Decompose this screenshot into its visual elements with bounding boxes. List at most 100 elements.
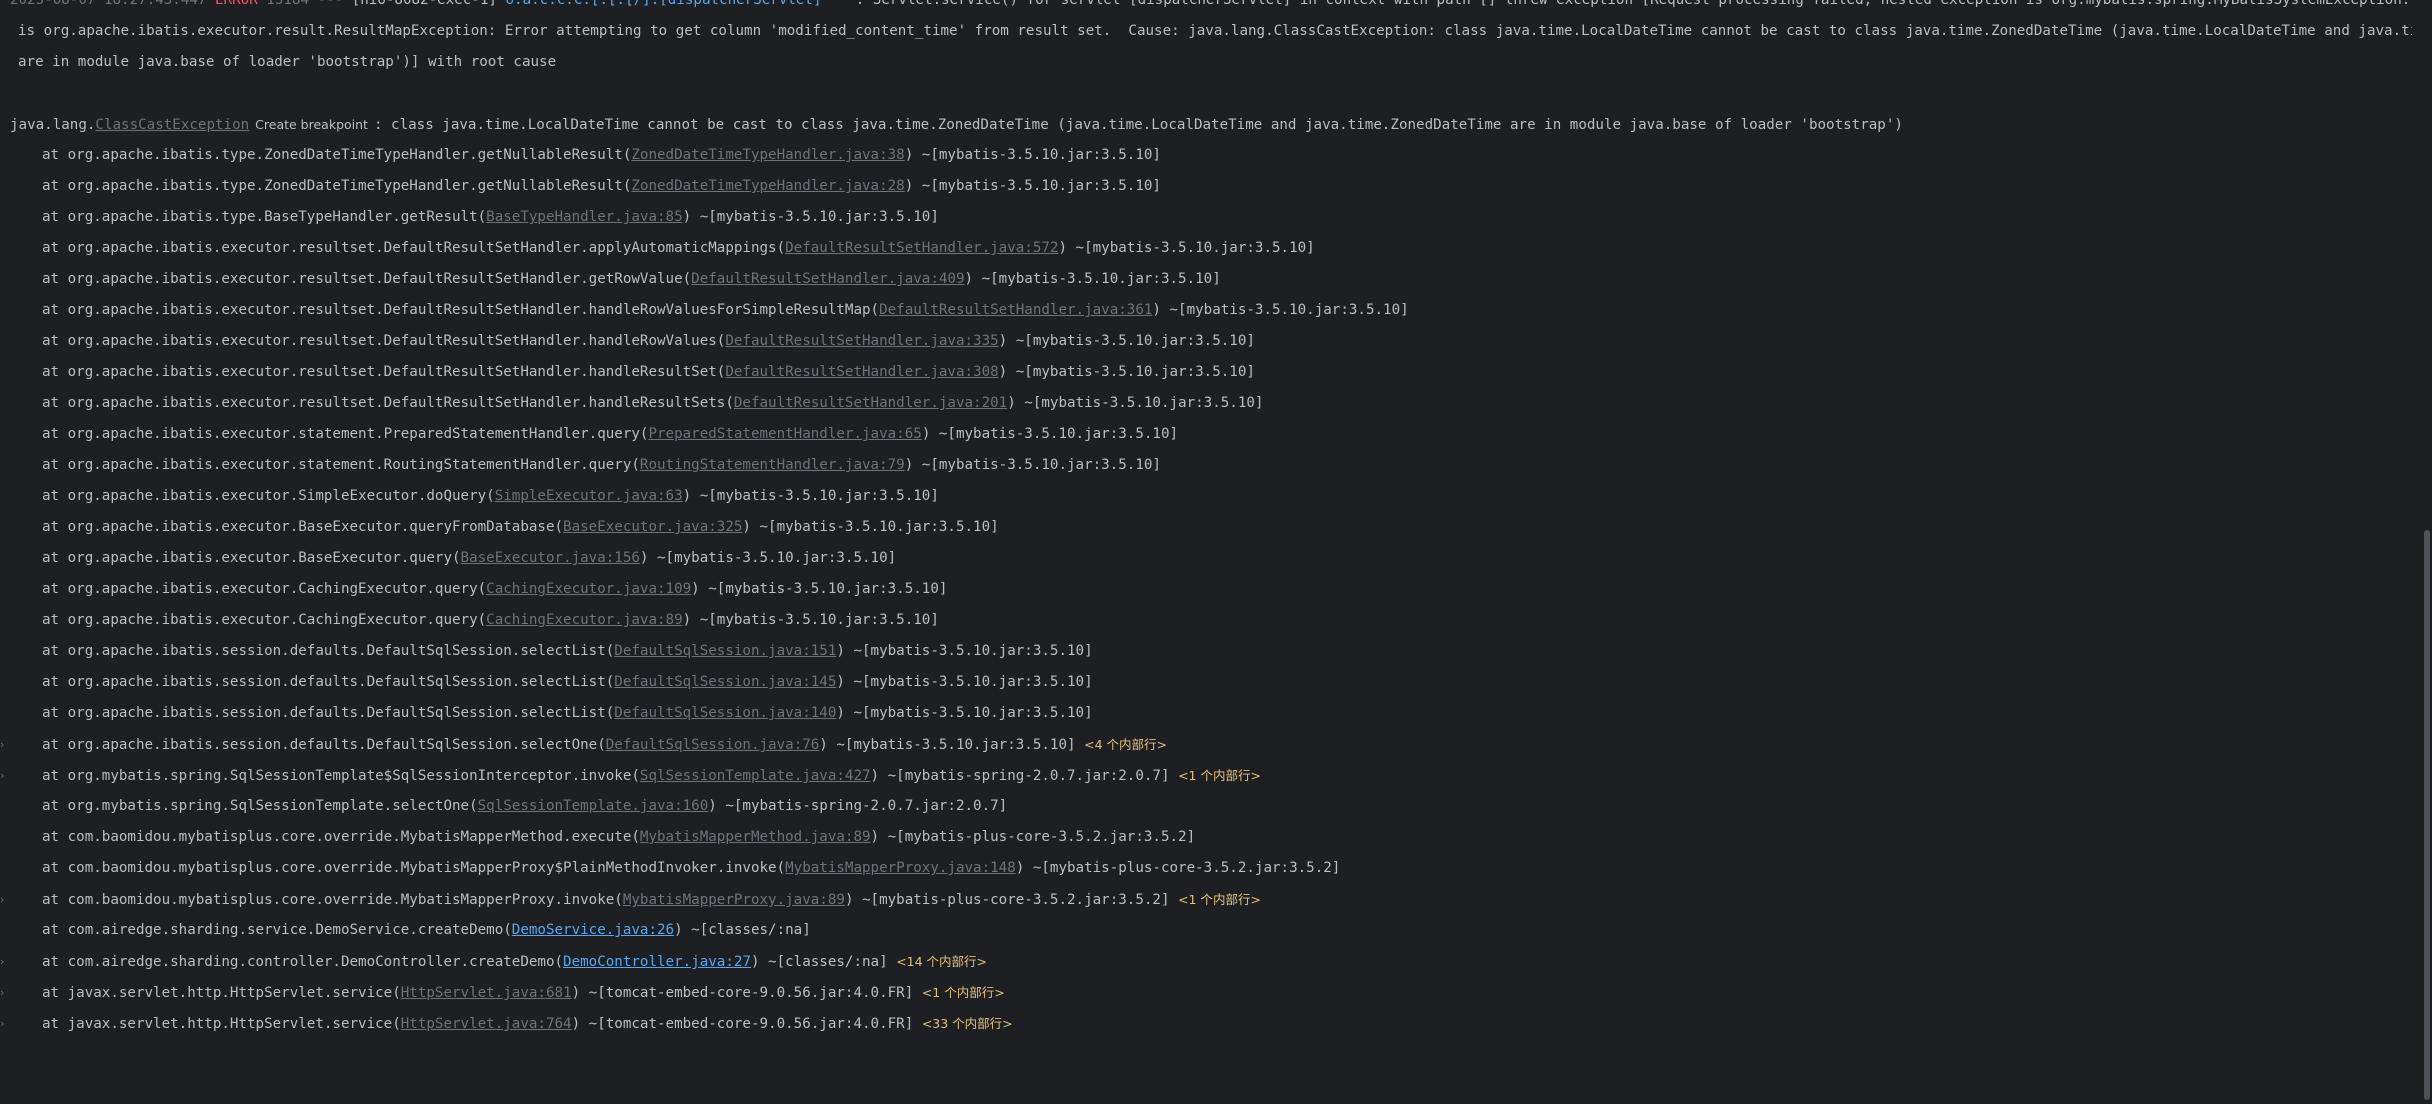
- log-logger: o.a.c.c.C.[.[.[/].[dispatcherServlet]: [505, 0, 822, 8]
- stack-trace-frames: at org.apache.ibatis.type.ZonedDateTimeT…: [0, 140, 2412, 1039]
- frame-method: at com.airedge.sharding.controller.DemoC…: [42, 954, 564, 970]
- stack-frame: at org.apache.ibatis.type.ZonedDateTimeT…: [0, 140, 2412, 171]
- chevron-right-icon[interactable]: ›: [0, 729, 10, 760]
- frame-source-link[interactable]: PreparedStatementHandler.java:65: [648, 426, 921, 442]
- exception-line: java.lang.ClassCastException Create break…: [0, 109, 2412, 140]
- frame-method: at org.apache.ibatis.session.defaults.De…: [42, 643, 615, 659]
- frame-jar: ) ~[mybatis-3.5.10.jar:3.5.10]: [836, 705, 1093, 721]
- frame-source-link[interactable]: SqlSessionTemplate.java:160: [478, 798, 709, 814]
- folded-internal-lines[interactable]: <33 个内部行>: [922, 1016, 1013, 1031]
- create-breakpoint-link[interactable]: Create breakpoint: [255, 117, 368, 132]
- chevron-right-icon[interactable]: ›: [0, 946, 10, 977]
- chevron-right-icon[interactable]: ›: [0, 977, 10, 1008]
- frame-method: at org.apache.ibatis.executor.statement.…: [42, 426, 649, 442]
- frame-source-link[interactable]: DefaultResultSetHandler.java:409: [691, 271, 964, 287]
- exception-class-link[interactable]: ClassCastException: [95, 117, 249, 133]
- frame-method: at org.apache.ibatis.executor.statement.…: [42, 457, 640, 473]
- stack-frame: at org.apache.ibatis.executor.BaseExecut…: [0, 543, 2412, 574]
- frame-source-link[interactable]: ZonedDateTimeTypeHandler.java:38: [631, 147, 904, 163]
- frame-method: at org.apache.ibatis.executor.resultset.…: [42, 240, 786, 256]
- frame-source-link[interactable]: DefaultResultSetHandler.java:361: [879, 302, 1152, 318]
- frame-source-link[interactable]: DefaultSqlSession.java:76: [606, 737, 820, 753]
- frame-method: at org.apache.ibatis.executor.BaseExecut…: [42, 519, 564, 535]
- frame-source-link[interactable]: MybatisMapperProxy.java:89: [623, 892, 845, 908]
- folded-internal-lines[interactable]: <1 个内部行>: [1178, 768, 1261, 783]
- frame-jar: ) ~[mybatis-3.5.10.jar:3.5.10]: [998, 364, 1255, 380]
- stack-frame: at org.apache.ibatis.session.defaults.De…: [0, 667, 2412, 698]
- log-message: Servlet.service() for servlet [dispatche…: [872, 0, 2412, 8]
- frame-source-link[interactable]: DefaultSqlSession.java:145: [614, 674, 836, 690]
- frame-source-link[interactable]: DefaultResultSetHandler.java:201: [734, 395, 1007, 411]
- frame-jar: ) ~[mybatis-3.5.10.jar:3.5.10]: [682, 209, 939, 225]
- vertical-scrollbar[interactable]: [2412, 0, 2432, 1104]
- log-timestamp: 2025-08-07 18:27:43.447: [10, 0, 207, 8]
- frame-source-link[interactable]: MybatisMapperProxy.java:148: [785, 860, 1016, 876]
- frame-method: at com.baomidou.mybatisplus.core.overrid…: [42, 860, 786, 876]
- scrollbar-thumb[interactable]: [2424, 530, 2430, 1100]
- frame-source-link[interactable]: DemoController.java:27: [563, 954, 751, 970]
- frame-jar: ) ~[mybatis-3.5.10.jar:3.5.10]: [639, 550, 897, 566]
- frame-method: at org.apache.ibatis.executor.resultset.…: [42, 395, 734, 411]
- folded-internal-lines[interactable]: <14 个内部行>: [896, 954, 987, 969]
- frame-jar: ) ~[mybatis-3.5.10.jar:3.5.10]: [742, 519, 999, 535]
- log-colon: :: [855, 0, 865, 8]
- frame-source-link[interactable]: BaseExecutor.java:156: [461, 550, 640, 566]
- frame-source-link[interactable]: ZonedDateTimeTypeHandler.java:28: [631, 178, 904, 194]
- frame-source-link[interactable]: HttpServlet.java:681: [401, 985, 572, 1001]
- stack-frame: at org.apache.ibatis.executor.resultset.…: [0, 233, 2412, 264]
- frame-jar: ) ~[mybatis-3.5.10.jar:3.5.10]: [904, 457, 1161, 473]
- chevron-right-icon[interactable]: ›: [0, 760, 10, 791]
- frame-source-link[interactable]: CachingExecutor.java:109: [486, 581, 691, 597]
- frame-jar: ) ~[mybatis-plus-core-3.5.2.jar:3.5.2]: [1015, 860, 1341, 876]
- frame-source-link[interactable]: DefaultResultSetHandler.java:335: [725, 333, 998, 349]
- frame-source-link[interactable]: DefaultResultSetHandler.java:308: [725, 364, 998, 380]
- frame-source-link[interactable]: HttpServlet.java:764: [401, 1016, 572, 1032]
- frame-source-link[interactable]: BaseTypeHandler.java:85: [486, 209, 682, 225]
- exception-package: java.lang.: [10, 117, 96, 133]
- frame-source-link[interactable]: MybatisMapperMethod.java:89: [640, 829, 871, 845]
- folded-internal-lines[interactable]: <1 个内部行>: [1178, 892, 1261, 907]
- log-pid: 15184: [266, 0, 309, 8]
- stack-frame: at org.apache.ibatis.executor.CachingExe…: [0, 574, 2412, 605]
- frame-jar: ) ~[mybatis-3.5.10.jar:3.5.10]: [682, 488, 939, 504]
- log-continuation-2: are in module java.base of loader 'boots…: [18, 54, 557, 70]
- frame-source-link[interactable]: RoutingStatementHandler.java:79: [640, 457, 905, 473]
- frame-jar: ) ~[mybatis-3.5.10.jar:3.5.10]: [682, 612, 939, 628]
- frame-source-link[interactable]: SimpleExecutor.java:63: [495, 488, 683, 504]
- frame-method: at org.mybatis.spring.SqlSessionTemplate…: [42, 798, 478, 814]
- frame-source-link[interactable]: BaseExecutor.java:325: [563, 519, 742, 535]
- stack-frame: at org.apache.ibatis.type.BaseTypeHandle…: [0, 202, 2412, 233]
- frame-jar: ) ~[mybatis-3.5.10.jar:3.5.10]: [904, 147, 1161, 163]
- stack-frame: at org.apache.ibatis.type.ZonedDateTimeT…: [0, 171, 2412, 202]
- log-separator: ---: [317, 0, 344, 8]
- frame-method: at org.apache.ibatis.executor.resultset.…: [42, 271, 692, 287]
- frame-source-link[interactable]: DefaultSqlSession.java:140: [614, 705, 836, 721]
- frame-method: at org.apache.ibatis.executor.SimpleExec…: [42, 488, 495, 504]
- frame-source-link[interactable]: DefaultSqlSession.java:151: [614, 643, 836, 659]
- stack-frame: at org.apache.ibatis.executor.SimpleExec…: [0, 481, 2412, 512]
- frame-source-link[interactable]: CachingExecutor.java:89: [486, 612, 682, 628]
- stack-frame: at org.apache.ibatis.session.defaults.De…: [0, 636, 2412, 667]
- stack-frame: at org.apache.ibatis.executor.statement.…: [0, 419, 2412, 450]
- frame-source-link[interactable]: DefaultResultSetHandler.java:572: [785, 240, 1058, 256]
- stack-frame: at org.apache.ibatis.executor.resultset.…: [0, 326, 2412, 357]
- frame-method: at org.apache.ibatis.session.defaults.De…: [42, 737, 606, 753]
- log-thread: [nio-8082-exec-1]: [351, 0, 497, 8]
- stack-frame: at org.apache.ibatis.session.defaults.De…: [0, 698, 2412, 729]
- run-console-output[interactable]: 2025-08-07 18:27:43.447 ERROR 15184 --- …: [0, 0, 2412, 1104]
- stack-frame: at org.apache.ibatis.executor.resultset.…: [0, 295, 2412, 326]
- frame-method: at org.apache.ibatis.executor.BaseExecut…: [42, 550, 461, 566]
- chevron-right-icon[interactable]: ›: [0, 1008, 10, 1039]
- folded-internal-lines[interactable]: <4 个内部行>: [1084, 737, 1167, 752]
- frame-source-link[interactable]: SqlSessionTemplate.java:427: [640, 768, 871, 784]
- frame-jar: ) ~[tomcat-embed-core-9.0.56.jar:4.0.FR]: [571, 985, 914, 1001]
- chevron-right-icon[interactable]: ›: [0, 884, 10, 915]
- stack-frame: at com.baomidou.mybatisplus.core.overrid…: [0, 822, 2412, 853]
- frame-jar: ) ~[mybatis-3.5.10.jar:3.5.10]: [836, 643, 1093, 659]
- stack-frame: at org.mybatis.spring.SqlSessionTemplate…: [0, 791, 2412, 822]
- frame-source-link[interactable]: DemoService.java:26: [512, 922, 674, 938]
- frame-method: at javax.servlet.http.HttpServlet.servic…: [42, 985, 401, 1001]
- exception-message: : class java.time.LocalDateTime cannot b…: [373, 117, 1903, 133]
- frame-method: at org.mybatis.spring.SqlSessionTemplate…: [42, 768, 640, 784]
- folded-internal-lines[interactable]: <1 个内部行>: [922, 985, 1005, 1000]
